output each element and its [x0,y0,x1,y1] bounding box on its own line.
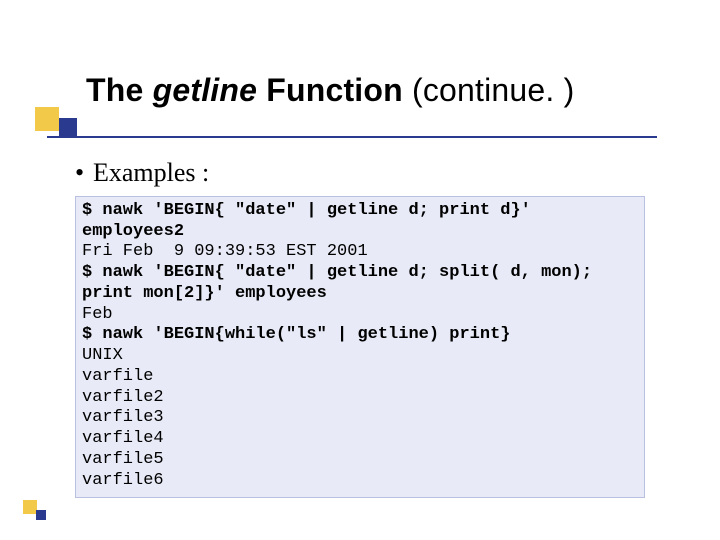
code-out-3e: varfile4 [82,429,164,448]
slide-title: The getline Function (continue. ) [86,72,574,109]
decor-title-rule [47,136,657,138]
code-out-1: Fri Feb 9 09:39:53 EST 2001 [82,242,368,261]
bullet-dot: • [75,158,93,188]
decor-yellow-top [35,107,59,131]
code-out-3a: UNIX [82,346,123,365]
title-word-getline: getline [153,72,258,108]
code-out-3g: varfile6 [82,471,164,490]
decor-navy-bottom [36,510,46,520]
title-word-continue: (continue. ) [412,72,574,108]
bullet-line: •Examples : [75,158,209,188]
title-word-function: Function [257,72,412,108]
bullet-text: Examples : [93,158,209,187]
code-out-3f: varfile5 [82,450,164,469]
code-out-3c: varfile2 [82,388,164,407]
code-cmd-3: $ nawk 'BEGIN{while("ls" | getline) prin… [82,325,510,344]
decor-navy-top [59,118,77,136]
title-word-the: The [86,72,153,108]
slide: The getline Function (continue. ) •Examp… [0,0,720,540]
code-example-box: $ nawk 'BEGIN{ "date" | getline d; print… [75,196,645,498]
code-cmd-1: $ nawk 'BEGIN{ "date" | getline d; print… [82,201,541,241]
decor-yellow-bottom [23,500,37,514]
code-out-3b: varfile [82,367,153,386]
code-cmd-2: $ nawk 'BEGIN{ "date" | getline d; split… [82,263,602,303]
code-out-2: Feb [82,305,113,324]
code-out-3d: varfile3 [82,408,164,427]
